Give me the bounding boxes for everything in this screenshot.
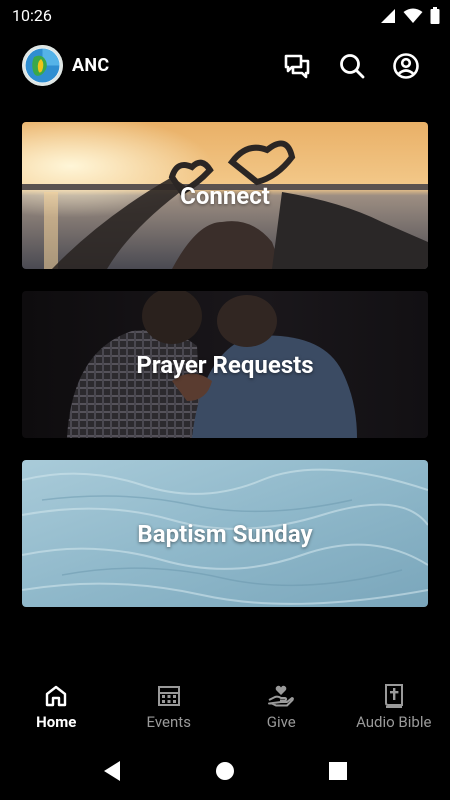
card-prayer-requests[interactable]: Prayer Requests [22, 291, 428, 438]
tab-home[interactable]: Home [0, 680, 113, 740]
tab-home-label: Home [36, 713, 77, 731]
tab-events-label: Events [146, 713, 191, 731]
card-baptism-sunday[interactable]: Baptism Sunday [22, 460, 428, 607]
chat-icon [284, 54, 310, 79]
logo-icon [22, 45, 63, 86]
tab-give[interactable]: Give [225, 680, 338, 740]
bottom-tab-bar: Home Events Give Audio Bible [0, 680, 450, 740]
tab-events[interactable]: Events [113, 680, 226, 740]
status-icons [380, 7, 440, 24]
app-name: ANC [72, 55, 110, 76]
tab-audio-bible[interactable]: Audio Bible [338, 680, 450, 740]
tab-give-label: Give [266, 713, 296, 731]
messages-button[interactable] [281, 50, 313, 82]
card-prayer-requests-title: Prayer Requests [136, 350, 314, 379]
app-header: ANC [0, 40, 450, 92]
battery-icon [430, 7, 440, 24]
calendar-icon [157, 686, 180, 706]
back-icon[interactable] [102, 760, 122, 782]
search-icon [340, 54, 365, 79]
home-icon [46, 685, 67, 707]
give-icon [268, 685, 295, 707]
search-button[interactable] [336, 50, 368, 82]
app-logo[interactable] [22, 45, 63, 86]
status-bar: 10:26 [0, 0, 450, 32]
card-baptism-sunday-title: Baptism Sunday [137, 519, 313, 548]
card-connect[interactable]: Connect [22, 122, 428, 269]
card-connect-title: Connect [180, 181, 270, 210]
account-icon [393, 53, 419, 79]
profile-button[interactable] [390, 50, 422, 82]
status-time: 10:26 [12, 6, 52, 25]
home-circle-icon[interactable] [215, 760, 235, 782]
wifi-icon [403, 8, 423, 23]
bible-icon [384, 684, 403, 708]
signal-icon [381, 8, 395, 23]
recents-icon[interactable] [328, 760, 348, 782]
tab-audio-bible-label: Audio Bible [356, 713, 432, 731]
system-nav-bar [0, 744, 450, 800]
